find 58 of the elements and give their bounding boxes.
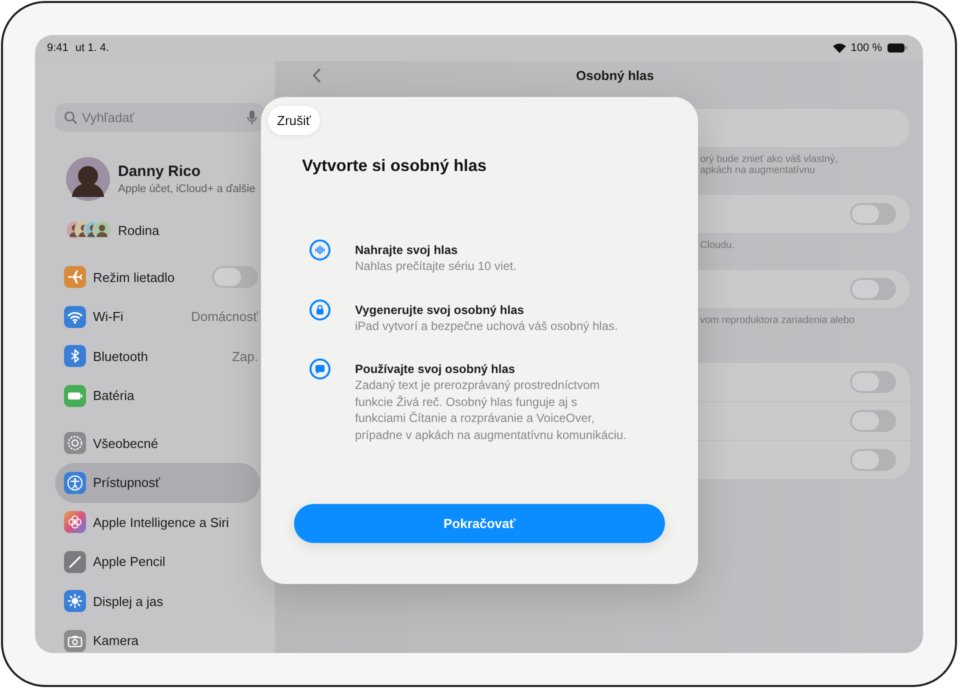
status-time: 9:41 <box>47 42 68 54</box>
status-date: ut 1. 4. <box>75 42 110 54</box>
item-value: Domácnosť <box>190 309 258 324</box>
toggle-switch[interactable] <box>850 449 896 471</box>
search-icon <box>64 111 77 124</box>
bluetooth-icon <box>64 345 86 368</box>
gear-icon <box>64 432 86 454</box>
sidebar-item[interactable]: Prístupnosť <box>55 463 260 502</box>
sidebar-item[interactable]: Režim lietadlo <box>55 258 260 297</box>
footer-text: apkách na augmentatívnu <box>700 165 816 176</box>
feature-description: Nahlas prečítajte sériu 10 viet. <box>355 258 518 274</box>
battery-icon <box>887 43 907 53</box>
accessibility-icon <box>64 472 86 494</box>
wifi-icon <box>832 43 846 53</box>
footer-text: orý bude znieť ako váš vlastný, <box>700 154 839 165</box>
item-value: Zap. <box>232 348 258 364</box>
toggle-switch[interactable] <box>850 278 896 300</box>
family-avatars-icon[interactable] <box>66 219 112 241</box>
feature-title: Vygenerujte svoj osobný hlas <box>355 302 525 318</box>
sidebar-item[interactable]: Všeobecné <box>55 424 260 463</box>
sidebar-item[interactable]: Batéria <box>55 376 260 416</box>
camera-icon <box>64 630 86 652</box>
toggle-switch[interactable] <box>850 410 896 432</box>
feature-title: Nahrajte svoj hlas <box>355 242 459 258</box>
toggle-switch[interactable] <box>212 266 258 288</box>
sidebar-item[interactable]: Apple Intelligence a Siri <box>55 502 260 542</box>
profile-subtitle: Apple účet, iCloud+ a ďalšie <box>118 183 256 195</box>
microphone-icon[interactable] <box>247 110 257 125</box>
feature-title: Používajte svoj osobný hlas <box>355 361 516 377</box>
sidebar-item[interactable]: Displej a jas <box>55 582 260 621</box>
footer-text: Cloudu. <box>700 240 736 251</box>
sidebar-item[interactable]: Bluetooth Zap. <box>55 336 260 376</box>
feature-description: iPad vytvorí a bezpečne uchová váš osobný hlas. <box>355 318 619 334</box>
family-label[interactable]: Rodina <box>118 222 160 238</box>
sun-icon <box>64 590 86 612</box>
speech-bubble-icon <box>309 358 331 380</box>
lock-icon <box>309 298 331 320</box>
toggle-switch[interactable] <box>850 203 896 225</box>
feature-description: Zadaný text je prerozprávaný prostredníctvom funkcie Živá reč. Osobný hlas funguje aj s funkciami Čítanie a rozprávanie a VoiceOver, prípadne v apkách na augmentatívnu komunikáciu. <box>355 377 627 443</box>
sidebar-item[interactable]: Wi-Fi Domácnosť <box>55 297 260 336</box>
sidebar-item[interactable]: Kamera <box>55 621 260 653</box>
footer-text: vom reproduktora zariadenia alebo <box>700 315 856 326</box>
back-icon[interactable] <box>312 68 321 83</box>
toggle-switch[interactable] <box>850 371 896 393</box>
dialog-title: Vytvorte si osobný hlas <box>302 156 487 177</box>
airplane-icon <box>64 266 86 288</box>
cancel-button[interactable]: Zrušiť <box>268 106 320 135</box>
waveform-icon <box>309 239 331 261</box>
profile-name: Danny Rico <box>118 163 202 180</box>
avatar-icon[interactable] <box>66 157 110 201</box>
nav-title: Osobný hlas <box>576 68 654 83</box>
pencil-icon <box>64 550 86 573</box>
wifi-icon <box>64 306 86 328</box>
sidebar-item[interactable]: Apple Pencil <box>55 542 260 582</box>
battery-icon <box>64 384 86 407</box>
flower-icon <box>64 511 86 534</box>
search-field[interactable]: Vyhľadať <box>55 103 265 132</box>
battery-percent: 100 % <box>850 42 882 54</box>
